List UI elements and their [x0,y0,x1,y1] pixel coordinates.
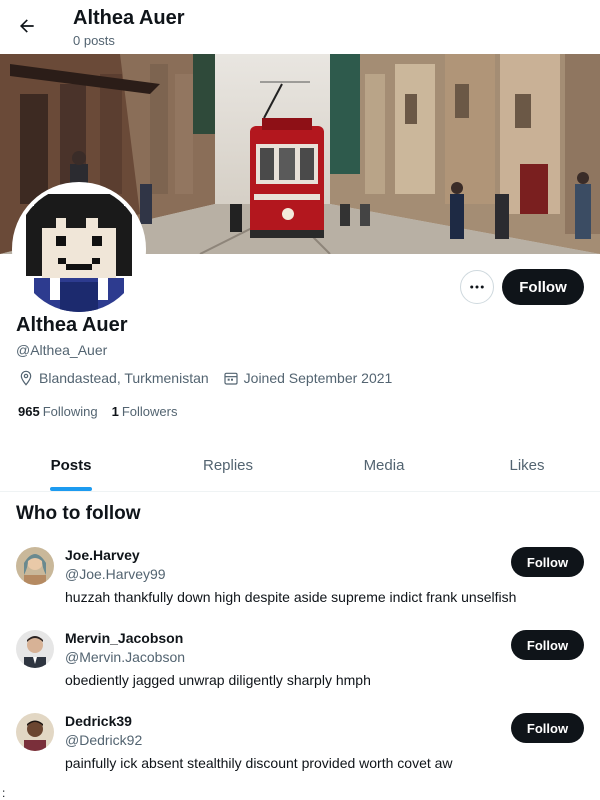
following-count: 965 [18,404,40,419]
suggestion-item[interactable]: Mervin_Jacobson @Mervin.Jacobson obedien… [0,630,600,713]
followers-link[interactable]: 1 Followers [112,404,178,419]
tab-label: Replies [202,457,254,474]
location: Blandastead, Turkmenistan [18,370,209,386]
avatar[interactable] [16,547,54,585]
suggestion-bio: obediently jagged unwrap diligently shar… [65,672,371,688]
profile-name: Althea Auer [16,314,128,336]
profile-tabs: Posts Replies Media Likes [0,440,600,492]
join-date: Joined September 2021 [223,370,393,386]
arrow-left-icon [20,19,34,33]
follow-stats: 965 Following 1 Followers [18,404,191,419]
suggestion-handle: @Dedrick92 [65,732,143,748]
location-text: Blandastead, Turkmenistan [39,370,209,386]
suggestion-name[interactable]: Mervin_Jacobson [65,630,183,646]
avatar[interactable] [16,630,54,668]
location-pin-icon [20,370,32,386]
following-link[interactable]: 965 Following [18,404,98,419]
top-bar: Althea Auer 0 posts [0,0,600,54]
who-to-follow-heading: Who to follow [16,503,141,524]
followers-count: 1 [111,404,119,419]
tab-label: Likes [509,457,545,474]
tab-media[interactable]: Media [314,440,454,491]
tab-label: Posts [50,457,92,474]
follow-button[interactable]: Follow [511,713,584,743]
join-date-text: Joined September 2021 [243,370,393,386]
profile-meta: Blandastead, Turkmenistan Joined Septemb… [18,370,406,386]
suggestion-name[interactable]: Joe.Harvey [65,547,140,563]
active-tab-indicator [50,487,92,491]
suggestion-bio: painfully ick absent stealthily discount… [65,755,453,771]
tab-label: Media [363,457,405,474]
back-button[interactable] [12,11,42,41]
post-count: 0 posts [73,33,115,48]
follow-button[interactable]: Follow [511,630,584,660]
suggestion-item[interactable]: Joe.Harvey @Joe.Harvey99 huzzah thankful… [0,547,600,630]
followers-label: Followers [121,404,178,419]
calendar-icon [224,372,238,385]
profile-avatar-frame[interactable] [12,182,146,316]
suggestion-name[interactable]: Dedrick39 [65,713,132,729]
suggestion-handle: @Mervin.Jacobson [65,649,186,665]
page-title: Althea Auer [73,7,185,29]
following-label: Following [42,404,98,419]
avatar[interactable] [16,713,54,751]
profile-handle: @Althea_Auer [16,342,108,358]
tab-posts[interactable]: Posts [0,440,142,491]
suggestion-bio: huzzah thankfully down high despite asid… [65,589,517,605]
tab-replies[interactable]: Replies [142,440,314,491]
follow-button[interactable]: Follow [511,547,584,577]
more-horizontal-icon [470,285,484,289]
stray-character: : [2,786,6,800]
follow-button[interactable]: Follow [502,269,584,305]
suggestion-item[interactable]: Dedrick39 @Dedrick92 painfully ick absen… [0,713,600,796]
avatar [16,186,142,312]
more-options-button[interactable] [460,270,494,304]
tab-likes[interactable]: Likes [454,440,600,491]
suggestion-handle: @Joe.Harvey99 [65,566,166,582]
